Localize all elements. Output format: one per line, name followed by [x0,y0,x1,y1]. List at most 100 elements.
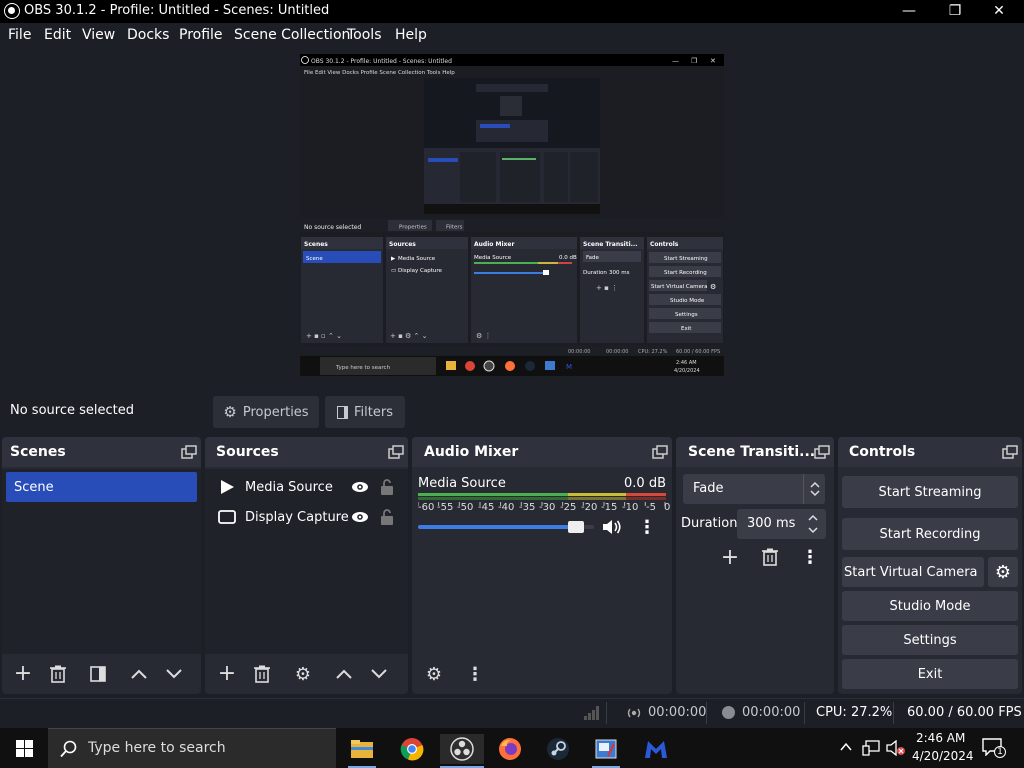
menu-tools[interactable]: Tools [347,27,382,43]
menu-file[interactable]: File [8,27,31,43]
start-streaming-button[interactable]: Start Streaming [842,476,1018,508]
undock-icon[interactable] [1002,445,1018,459]
source-properties-button[interactable]: ⚙ [288,660,318,688]
add-scene-button[interactable]: + [8,660,38,688]
maximize-button[interactable]: ❐ [932,0,978,23]
properties-label: Properties [242,404,309,420]
taskbar-date[interactable]: 4/20/2024 [912,749,974,763]
volume-slider[interactable] [418,521,594,533]
scale-tick: -35 [519,502,536,513]
virtual-camera-config-button[interactable]: ⚙ [988,557,1018,587]
source-item-media[interactable]: Media Source [209,472,404,502]
svg-text:❐: ❐ [691,57,697,65]
fps-readout: 60.00 / 60.00 FPS [907,705,1022,720]
taskbar-chrome[interactable] [394,734,430,764]
tray-chevron-up-icon[interactable] [840,742,852,752]
audio-channel-menu-icon[interactable]: ⋮ [634,515,660,539]
studio-mode-button[interactable]: Studio Mode [842,591,1018,621]
windows-start-icon[interactable] [16,740,33,757]
spin-arrows-icon[interactable] [808,513,818,535]
sources-list[interactable]: Media Source Display Capture [205,469,408,654]
volume-handle[interactable] [568,521,584,533]
scale-tick: -60 [418,502,435,513]
speaker-icon[interactable] [602,519,622,535]
volume-fill [418,525,576,529]
controls-dock: Controls Start Streaming Start Recording… [838,437,1022,694]
scenes-list[interactable]: Scene [2,469,201,654]
gears-icon: ⚙ [425,663,443,685]
duration-spinbox[interactable]: 300 ms [737,509,826,539]
nested-exit: Exit [681,326,692,332]
eye-icon[interactable] [351,511,369,523]
undock-icon[interactable] [814,445,830,459]
taskbar-screenshot-tool[interactable] [588,734,624,768]
undock-icon[interactable] [388,445,404,459]
scale-tick: -15 [601,502,618,513]
minimize-button[interactable]: — [886,0,932,23]
source-item-display[interactable]: Display Capture [209,502,404,532]
menu-profile[interactable]: Profile [179,27,223,43]
svg-text:▭: ▭ [391,268,396,274]
audio-menu-button[interactable]: ⋮ [460,660,490,688]
svg-text:+ ▪ ▫ ⌃ ⌄: + ▪ ▫ ⌃ ⌄ [306,332,342,340]
start-virtual-camera-label: Start Virtual Camera [844,564,978,580]
remove-scene-button[interactable] [43,660,73,688]
start-recording-button[interactable]: Start Recording [842,518,1018,550]
menu-help[interactable]: Help [395,27,427,43]
add-transition-button[interactable]: + [715,543,745,571]
transition-menu-icon[interactable]: ⋮ [795,543,825,571]
menu-view[interactable]: View [82,27,115,43]
remove-source-button[interactable] [247,660,277,688]
source-move-up-button[interactable] [329,660,359,688]
scale-tick: -50 [457,502,474,513]
audio-mixer-dock: Audio Mixer Media Source 0.0 dB -60 -55 … [412,437,672,694]
transition-select[interactable]: Fade [683,474,825,504]
preview-canvas[interactable]: OBS 30.1.2 - Profile: Untitled - Scenes:… [300,54,724,376]
taskbar-obs[interactable] [440,734,484,768]
broadcast-icon [627,708,641,718]
add-source-button[interactable]: + [212,660,242,688]
settings-button[interactable]: Settings [842,625,1018,655]
menu-edit[interactable]: Edit [44,27,71,43]
audio-advanced-button[interactable]: ⚙ [419,660,449,688]
svg-text:⚙: ⚙ [710,283,716,291]
undock-icon[interactable] [652,445,668,459]
audio-scale: -60 -55 -50 -45 -40 -35 -30 -25 -20 -15 … [418,502,670,514]
filter-icon [90,666,106,682]
taskbar-search-box[interactable]: Type here to search [48,728,336,768]
taskbar-time[interactable]: 2:46 AM [916,731,965,745]
taskbar-steam[interactable] [540,734,576,764]
remove-transition-button[interactable] [755,543,785,571]
notification-center[interactable]: 1 [982,738,1006,758]
scale-tick: -5 [646,502,656,513]
scene-filters-button[interactable] [83,660,113,688]
nested-record-time: 00:00:00 [606,349,628,355]
scene-move-down-button[interactable] [159,660,189,688]
undock-icon[interactable] [181,445,197,459]
source-move-down-button[interactable] [364,660,394,688]
sources-dock: Sources Media Source Display Capture + ⚙ [205,437,408,694]
plus-icon: + [13,661,33,686]
scene-move-up-button[interactable] [124,660,154,688]
volume-muted-icon[interactable] [886,740,906,756]
exit-button[interactable]: Exit [842,659,1018,689]
menu-scene-collection[interactable]: Scene Collection [234,27,350,43]
scene-item[interactable]: Scene [6,472,197,502]
nested-media-source: Media Source [398,256,436,262]
start-virtual-camera-button[interactable]: Start Virtual Camera [842,557,984,587]
close-button[interactable]: ✕ [976,0,1022,23]
network-icon[interactable] [862,740,880,756]
menu-docks[interactable]: Docks [127,27,169,43]
unlock-icon[interactable] [380,479,394,495]
unlock-icon[interactable] [380,509,394,525]
nested-start-virtual-camera: Start Virtual Camera [651,284,708,290]
trash-icon [50,665,66,683]
filters-button[interactable]: Filters [325,396,405,428]
scale-tick: -30 [539,502,556,513]
taskbar-malwarebytes[interactable] [638,734,674,764]
properties-button[interactable]: ⚙ Properties [213,396,319,428]
taskbar-firefox[interactable] [492,734,528,764]
svg-text:⚙ ⋮: ⚙ ⋮ [476,332,492,340]
eye-icon[interactable] [351,481,369,493]
taskbar-file-explorer[interactable] [344,734,380,768]
